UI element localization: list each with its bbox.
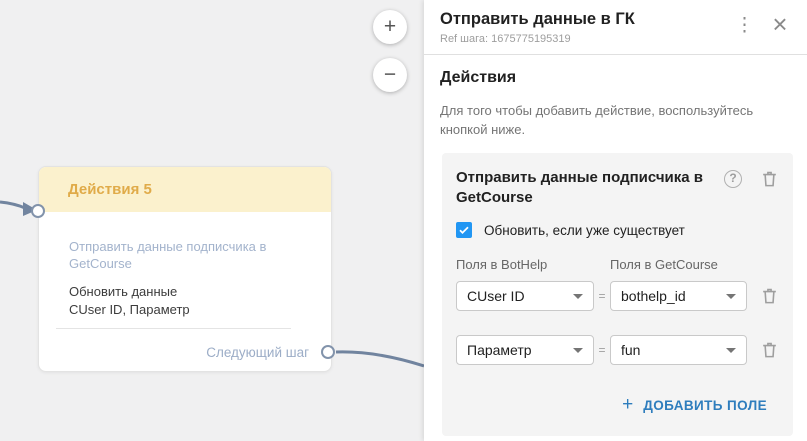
step-ref-id: Ref шага: 1675775195319	[440, 33, 735, 45]
getcourse-field-select[interactable]: bothelp_id	[610, 281, 747, 311]
delete-row-button[interactable]	[760, 340, 779, 362]
node-detail-line: Обновить данные	[69, 283, 301, 301]
panel-header: Отправить данные в ГК Ref шага: 16757751…	[424, 0, 807, 54]
delete-action-button[interactable]	[760, 169, 779, 191]
flow-node-actions[interactable]: Действия 5 Отправить данные подписчика в…	[38, 166, 332, 372]
zoom-in-button[interactable]: +	[373, 10, 407, 44]
node-divider	[56, 328, 291, 329]
getcourse-field-select[interactable]: fun	[610, 335, 747, 365]
field-mapping-row: CUser ID = bothelp_id	[456, 281, 779, 311]
outgoing-edge	[336, 352, 424, 366]
bothelp-field-select[interactable]: Параметр	[456, 335, 594, 365]
add-field-button[interactable]: + ДОБАВИТЬ ПОЛЕ	[622, 396, 767, 414]
step-settings-panel: Отправить данные в ГК Ref шага: 16757751…	[424, 0, 807, 441]
chevron-down-icon	[726, 294, 736, 299]
plus-icon: +	[622, 396, 633, 414]
node-action-title: Отправить данные подписчика в GetCourse	[69, 238, 309, 272]
field-mapping-row: Параметр = fun	[456, 335, 779, 365]
kebab-menu-icon[interactable]: ⋮	[735, 14, 751, 38]
node-body: Отправить данные подписчика в GetCourse …	[39, 212, 331, 329]
action-card-title: Отправить данные подписчика в GetCourse	[456, 168, 716, 208]
trash-icon	[760, 340, 779, 359]
checkbox-label[interactable]: Обновить, если уже существует	[484, 223, 685, 238]
getcourse-fields-label: Поля в GetCourse	[610, 257, 747, 272]
chevron-down-icon	[573, 348, 583, 353]
trash-icon	[760, 169, 779, 188]
node-header[interactable]: Действия 5	[39, 167, 331, 212]
chevron-down-icon	[573, 294, 583, 299]
check-icon	[458, 224, 470, 236]
section-hint: Для того чтобы добавить действие, воспол…	[440, 101, 780, 139]
close-icon[interactable]: ×	[769, 13, 791, 35]
chevron-down-icon	[726, 348, 736, 353]
trash-icon	[760, 286, 779, 305]
plus-icon: +	[384, 15, 396, 38]
delete-row-button[interactable]	[760, 286, 779, 308]
incoming-edge	[0, 202, 25, 208]
panel-title: Отправить данные в ГК	[440, 10, 735, 29]
node-output-port[interactable]	[321, 345, 335, 359]
equals-sign: =	[594, 343, 610, 357]
node-detail-line: CUser ID, Параметр	[69, 301, 301, 319]
next-step-label: Следующий шаг	[206, 345, 309, 360]
minus-icon: −	[384, 63, 396, 86]
equals-sign: =	[594, 289, 610, 303]
bothelp-field-select[interactable]: CUser ID	[456, 281, 594, 311]
flow-canvas[interactable]: + − Действия 5 Отправить данные подписчи…	[0, 0, 424, 441]
action-card: Отправить данные подписчика в GetCourse …	[442, 153, 793, 436]
zoom-out-button[interactable]: −	[373, 58, 407, 92]
help-icon[interactable]: ?	[724, 170, 742, 188]
bothelp-fields-label: Поля в BotHelp	[456, 257, 594, 272]
node-input-port[interactable]	[31, 204, 45, 218]
section-title: Действия	[440, 69, 791, 87]
update-if-exists-checkbox[interactable]	[456, 222, 472, 238]
node-title: Действия 5	[68, 181, 152, 198]
actions-section: Действия Для того чтобы добавить действи…	[424, 55, 807, 139]
